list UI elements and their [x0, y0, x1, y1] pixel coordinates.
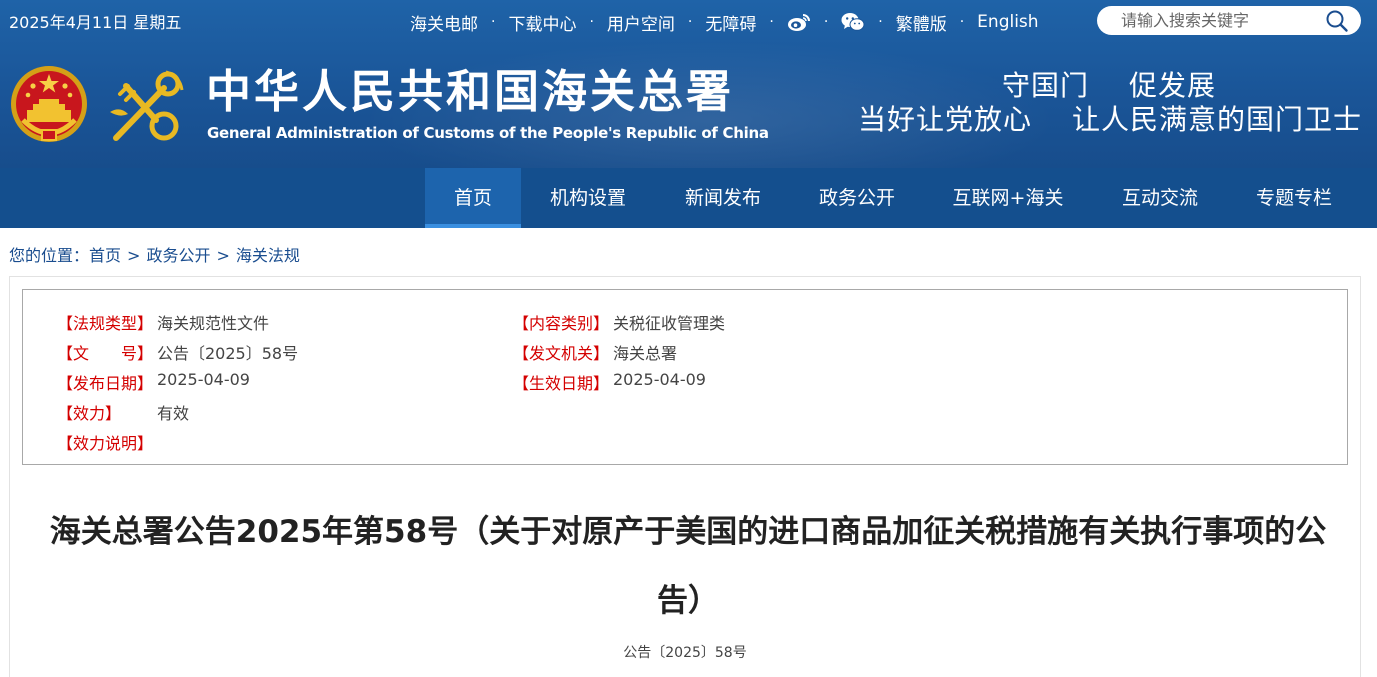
weibo-icon[interactable]	[787, 11, 811, 33]
breadcrumb-separator: >	[127, 246, 141, 265]
separator-dot: ·	[769, 14, 774, 30]
top-links: 海关电邮 · 下载中心 · 用户空间 · 无障碍 · · · 繁體版 · Eng…	[410, 10, 1039, 35]
search-input[interactable]	[1121, 11, 1317, 30]
regulation-meta-box: 【法规类型】 海关规范性文件 【文 号】 公告〔2025〕58号 【发布日期】 202…	[22, 289, 1348, 465]
national-emblem-icon	[9, 64, 89, 146]
breadcrumb-customs-regulations[interactable]: 海关法规	[236, 246, 300, 265]
meta-value: 海关总署	[613, 344, 678, 363]
search-icon[interactable]	[1325, 9, 1349, 33]
meta-value: 海关规范性文件	[157, 314, 270, 333]
meta-regulation-type: 【法规类型】 海关规范性文件	[57, 310, 269, 334]
meta-value: 关税征收管理类	[613, 314, 726, 333]
separator-dot: ·	[823, 14, 829, 30]
site-title: 中华人民共和国海关总署	[206, 65, 735, 118]
link-download-center[interactable]: 下载中心	[508, 10, 576, 35]
meta-document-number: 【文 号】 公告〔2025〕58号	[57, 340, 298, 364]
top-bar: 2025年4月11日 星期五 海关电邮 · 下载中心 · 用户空间 · 无障碍 …	[0, 0, 1377, 44]
nav-special-topics[interactable]: 专题专栏	[1244, 168, 1344, 228]
separator-dot: ·	[589, 14, 594, 30]
main-nav: 首页 机构设置 新闻发布 政务公开 互联网+海关 互动交流 专题专栏	[0, 168, 1377, 228]
link-email[interactable]: 海关电邮	[410, 10, 478, 35]
separator-dot: ·	[687, 14, 693, 30]
meta-publish-date: 【发布日期】 2025-04-09	[57, 370, 250, 394]
meta-key: 【发布日期】	[57, 374, 154, 393]
wechat-icon[interactable]	[841, 11, 865, 33]
meta-value: 2025-04-09	[157, 370, 250, 389]
breadcrumb-home[interactable]: 首页	[89, 246, 121, 265]
meta-key: 【效力说明】	[57, 434, 154, 453]
nav-news[interactable]: 新闻发布	[673, 168, 773, 228]
link-user-space[interactable]: 用户空间	[607, 10, 675, 35]
nav-organization[interactable]: 机构设置	[538, 168, 638, 228]
customs-logo-icon	[106, 66, 188, 148]
slogan-text: 让人民满意的国门卫士	[1072, 103, 1363, 136]
nav-internet-customs[interactable]: 互联网+海关	[941, 168, 1075, 228]
nav-interaction[interactable]: 互动交流	[1110, 168, 1210, 228]
breadcrumb-prefix: 您的位置：	[9, 246, 90, 265]
meta-key: 【效力】	[57, 404, 122, 423]
link-english[interactable]: English	[977, 12, 1038, 32]
site-subtitle: General Administration of Customs of the…	[207, 124, 769, 142]
document-title: 海关总署公告2025年第58号（关于对原产于美国的进口商品加征关税措施有关执行事…	[49, 514, 1327, 619]
slogan-text: 当好让党放心	[858, 103, 1033, 136]
nav-home[interactable]: 首页	[425, 168, 521, 228]
meta-key: 【生效日期】	[513, 374, 610, 393]
separator-dot: ·	[491, 14, 496, 30]
meta-issuing-authority: 【发文机关】 海关总署	[513, 340, 677, 364]
current-date: 2025年4月11日 星期五	[9, 13, 182, 32]
meta-key: 【内容类别】	[513, 314, 610, 333]
search-box	[1097, 6, 1361, 35]
meta-content-category: 【内容类别】 关税征收管理类	[513, 310, 725, 334]
document-number: 公告〔2025〕58号	[623, 645, 747, 661]
meta-value: 有效	[157, 404, 190, 423]
meta-effective-date: 【生效日期】 2025-04-09	[513, 370, 706, 394]
meta-key: 【发文机关】	[513, 344, 610, 363]
breadcrumb-government-affairs[interactable]: 政务公开	[146, 246, 210, 265]
meta-key: 【法规类型】	[57, 314, 154, 333]
breadcrumb: 您的位置：首页 > 政务公开 > 海关法规	[9, 242, 300, 266]
separator-dot: ·	[959, 14, 965, 30]
meta-value: 公告〔2025〕58号	[157, 344, 299, 363]
meta-validity: 【效力】 有效	[57, 400, 189, 424]
meta-value: 2025-04-09	[613, 370, 706, 389]
meta-validity-note: 【效力说明】	[57, 430, 157, 454]
link-accessibility[interactable]: 无障碍	[705, 10, 756, 35]
slogan-line-2: 当好让党放心 让人民满意的国门卫士	[858, 98, 1362, 138]
site-header: 2025年4月11日 星期五 海关电邮 · 下载中心 · 用户空间 · 无障碍 …	[0, 0, 1377, 168]
meta-key: 【文 号】	[57, 344, 154, 363]
separator-dot: ·	[878, 14, 883, 30]
breadcrumb-separator: >	[216, 246, 230, 265]
link-traditional-chinese[interactable]: 繁體版	[896, 10, 947, 35]
nav-government-affairs[interactable]: 政务公开	[807, 168, 907, 228]
